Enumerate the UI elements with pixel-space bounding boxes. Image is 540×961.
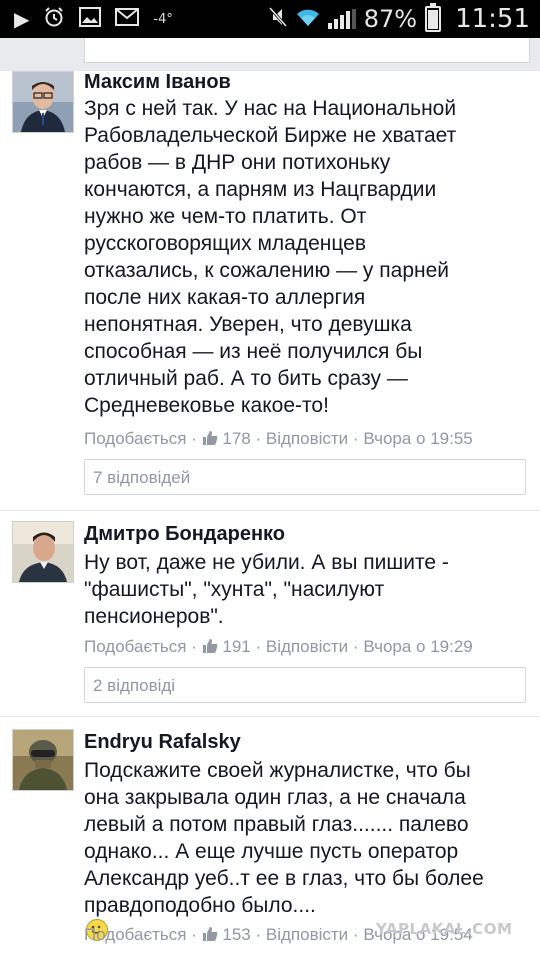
separator: · [255,637,262,656]
view-replies-button[interactable]: 2 відповіді [84,667,526,703]
separator: · [191,925,197,944]
comment-time[interactable]: Вчора о 19:55 [363,429,472,448]
thumbs-up-icon [202,927,217,941]
reply-link[interactable]: Відповісти [266,925,348,944]
comment-line: Рабовладельческой Бирже не хватает [84,124,457,147]
separator: · [255,429,262,448]
signal-icon [327,9,356,29]
comment-line: Средневековье какое-то! [84,394,329,417]
comment-author[interactable]: Максим Іванов [84,71,231,94]
comment-line: способная — из неё получился бы [84,340,423,363]
comment-line: Подскажите своей журналистке, что бы [84,759,471,782]
wifi-icon [296,7,320,31]
comment-meta: Подобається · 178 · Відповісти · Вчора о… [84,429,473,449]
battery-icon [425,3,442,32]
comment-line: пенсионеров". [84,605,224,628]
comment: Дмитро Бондаренко Ну вот, даже не убили.… [0,510,540,711]
comment-line: "фашисты", "хунта", "насилуют [84,578,385,601]
avatar[interactable] [12,521,74,583]
thumbs-up-icon [202,639,217,653]
previous-replies-box[interactable] [84,38,530,63]
like-count: 191 [222,637,251,656]
like-link[interactable]: Подобається [84,637,187,656]
comment-line: Ну вот, даже не убили. А вы пишите - [84,551,449,574]
mail-icon [115,8,140,30]
comment-line: Зря с ней так. У нас на Национальной [84,97,457,120]
view-replies-button[interactable]: 7 відповідей [84,459,526,495]
comment-line: левый а потом правый глаз....... палево [84,813,469,836]
watermark: YAPLAKAL.COM [376,920,513,938]
alarm-icon [43,6,65,32]
comment-line: однако... А еще лучше пусть оператор [84,840,459,863]
comment-line: она закрывала один глаз, а не сначала [84,786,466,809]
comment-text: Зря с ней так. У нас на Национальной Раб… [84,95,524,419]
reply-link[interactable]: Відповісти [266,429,348,448]
separator: · [191,637,197,656]
separator: · [352,925,359,944]
comment-line: непонятная. Уверен, что девушка [84,313,412,336]
separator: · [255,925,262,944]
separator: · [352,637,359,656]
comment-line: после них какая-то аллергия [84,286,366,309]
comment-meta: Подобається · 191 · Відповісти · Вчора о… [84,637,473,657]
thumbs-up-icon [202,431,217,445]
avatar[interactable] [12,71,74,133]
replies-label: 7 відповідей [93,468,191,487]
status-bar: ▶ -4° 87% 11:51 [0,0,540,38]
comment-line: правдоподобно было.... [84,894,316,917]
comment: Максим Іванов Зря с ней так. У нас на На… [0,70,540,511]
previous-comment-fragment [0,38,540,70]
comment-line: рабов — в ДНР они потихоньку [84,151,391,174]
like-link[interactable]: Подобається [84,429,187,448]
temperature-text: -4° [153,11,173,27]
comment-text: Ну вот, даже не убили. А вы пишите - "фа… [84,549,524,630]
separator: · [352,429,359,448]
comment-line: русскоговорящих младенцев [84,232,366,255]
comment-author[interactable]: Дмитро Бондаренко [84,523,285,546]
comment-text: Подскажите своей журналистке, что бы она… [84,757,524,941]
separator: · [191,429,197,448]
battery-percent: 87% [363,5,418,33]
like-link[interactable]: Подобається [84,925,187,944]
replies-label: 2 відповіді [93,676,176,695]
comment-line: кончаются, а парням из Нацгвардии [84,178,437,201]
mute-icon [268,6,288,32]
like-count: 153 [222,925,251,944]
comment-time[interactable]: Вчора о 19:29 [363,637,472,656]
comment-line: отличный раб. А то бить сразу — [84,367,408,390]
comment-line: отказались, к сожалению — у парней [84,259,450,282]
clock-time: 11:51 [455,4,530,34]
play-icon: ▶ [14,7,30,31]
comment-line: нужно же чем-то платить. От [84,205,367,228]
reply-link[interactable]: Відповісти [266,637,348,656]
comment-line: Александр уеб..т ее в глаз, что бы более [84,867,484,890]
gallery-icon [79,7,102,31]
avatar[interactable] [12,729,74,791]
comment-author[interactable]: Endryu Rafalsky [84,731,241,754]
like-count: 178 [222,429,251,448]
